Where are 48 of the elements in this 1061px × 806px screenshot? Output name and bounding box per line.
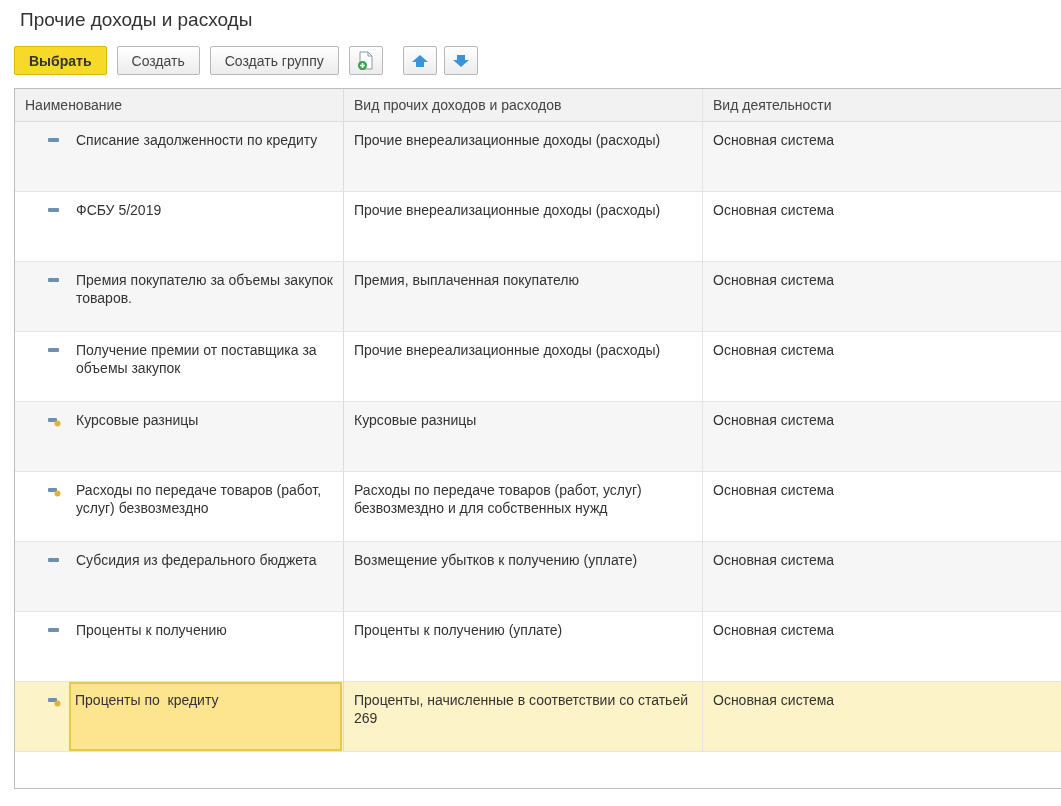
table-cell-text: Проценты к получению: [75, 621, 228, 640]
table-row[interactable]: Субсидия из федерального бюджета Возмещение убытков к получению (уплате) Основная система: [15, 542, 1061, 612]
create-button[interactable]: Создать: [116, 46, 200, 75]
table-cell-text: Субсидия из федерального бюджета: [75, 551, 318, 570]
table-cell-text: Основная система: [712, 271, 836, 290]
column-header[interactable]: Вид деятельности: [703, 89, 1061, 121]
arrow-up-icon: [410, 52, 429, 69]
table-cell-text: Премия покупателю за объемы закупок товаров.: [75, 271, 334, 308]
document-plus-icon: [356, 50, 375, 71]
table-cell: Возмещение убытков к получению (уплате): [344, 542, 703, 611]
table-cell-text: ФСБУ 5/2019: [75, 201, 163, 220]
table-cell-text: Основная система: [712, 411, 836, 430]
column-header[interactable]: Наименование: [15, 89, 344, 121]
table-row[interactable]: Курсовые разницы Курсовые разницы Основная система: [15, 402, 1061, 472]
table-cell: Прочие внереализационные доходы (расходы): [344, 332, 703, 401]
table-row[interactable]: Премия покупателю за объемы закупок товаров. Премия, выплаченная покупателю Основная система: [15, 262, 1061, 332]
table-cell: Проценты к получению (уплате): [344, 612, 703, 681]
table-cell-text: Основная система: [712, 131, 836, 150]
table-cell-text: Расходы по передаче товаров (работ, услуг) безвозмездно: [75, 481, 323, 518]
table-cell: Проценты, начисленные в соответствии со статьей 269: [344, 682, 703, 751]
predefined-item-icon: [47, 485, 61, 497]
predefined-item-icon: [47, 695, 61, 707]
table-cell: Курсовые разницы: [344, 402, 703, 471]
table-cell: Прочие внереализационные доходы (расходы): [344, 122, 703, 191]
table-cell-text: Основная система: [712, 621, 836, 640]
table-cell-text: Основная система: [712, 481, 836, 500]
form-title: Прочие доходы и расходы: [19, 8, 254, 32]
create-button[interactable]: Создать группу: [209, 46, 339, 75]
predefined-item-icon: [47, 415, 61, 427]
column-header[interactable]: Вид прочих доходов и расходов: [344, 89, 703, 121]
move-down-button[interactable]: [443, 46, 478, 75]
table-cell-text: Получение премии от поставщика за объемы закупок: [75, 341, 318, 378]
move-up-button[interactable]: [402, 46, 437, 75]
arrow-down-icon: [451, 52, 470, 69]
select-button[interactable]: Выбрать: [14, 46, 107, 75]
add-document-button[interactable]: [348, 46, 383, 75]
table-cell-text: Основная система: [712, 551, 836, 570]
table-cell: Прочие внереализационные доходы (расходы): [344, 192, 703, 261]
table-cell-text: Основная система: [712, 201, 836, 220]
table-cell: Проценты по кредиту: [69, 682, 342, 751]
table-cell: Расходы по передаче товаров (работ, услуг) безвозмездно и для собственных нужд: [344, 472, 703, 541]
table-cell-text: Основная система: [712, 341, 836, 360]
table-row[interactable]: Списание задолженности по кредиту Прочие внереализационные доходы (расходы) Основная система: [15, 122, 1061, 192]
table-cell-text: Курсовые разницы: [75, 411, 200, 430]
table-cell-text: Основная система: [712, 691, 836, 710]
table-row[interactable]: Проценты по кредиту Проценты, начисленные в соответствии со статьей 269 Основная система: [15, 682, 1061, 752]
table-cell-text: Списание задолженности по кредиту: [75, 131, 319, 150]
table-cell: Премия, выплаченная покупателю: [344, 262, 703, 331]
